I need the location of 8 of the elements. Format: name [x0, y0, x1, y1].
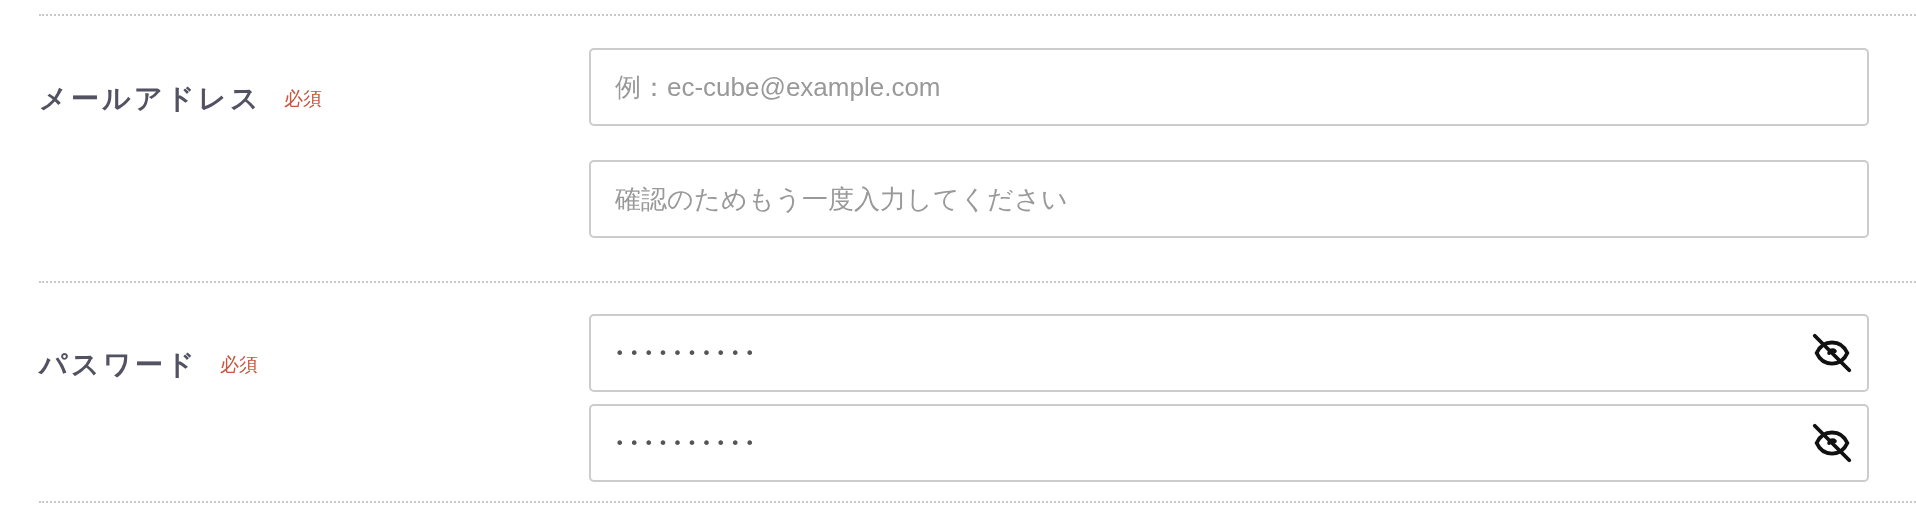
required-label: 必須	[220, 352, 258, 377]
field-label: メールアドレス	[39, 81, 262, 117]
text-field[interactable]: 確認のためもう一度入力してください	[589, 160, 1869, 238]
field-label: パスワード	[39, 347, 198, 383]
password-field[interactable]: ••••••••••	[589, 314, 1869, 392]
required-label: 必須	[284, 86, 322, 111]
password-field[interactable]: ••••••••••	[589, 404, 1869, 482]
text-field[interactable]: 例：ec-cube@example.com	[589, 48, 1869, 126]
